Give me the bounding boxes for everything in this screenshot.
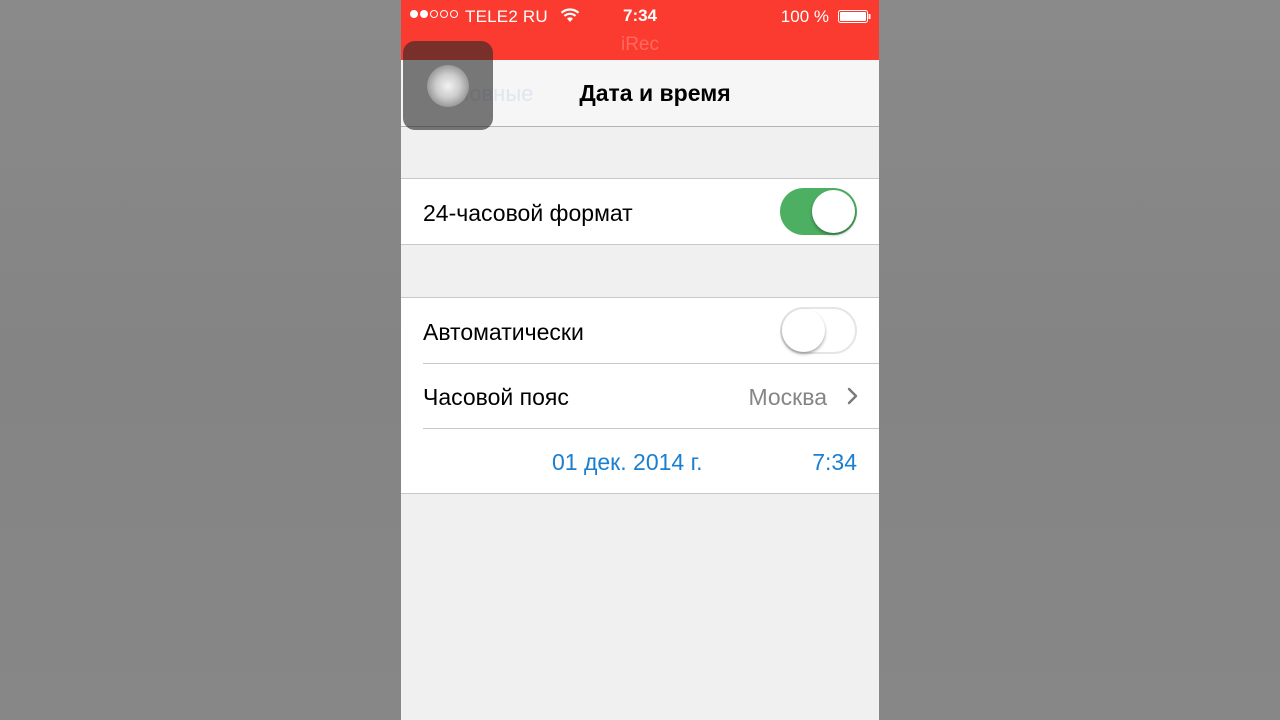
- phone-screen: TELE2 RU 7:34 100 % iRec Основные Дата и…: [401, 0, 879, 720]
- setting-label: Автоматически: [423, 319, 584, 345]
- toggle-24h[interactable]: [780, 188, 857, 235]
- setting-label: 24-часовой формат: [423, 200, 633, 226]
- assistive-touch-button[interactable]: [403, 41, 493, 130]
- chevron-right-icon: [847, 387, 858, 405]
- setting-row-24h: 24-часовой формат: [401, 179, 879, 244]
- battery-percent: 100 %: [780, 7, 829, 26]
- timezone-value: Москва: [748, 384, 827, 410]
- time-value[interactable]: 7:34: [812, 449, 857, 476]
- background-right: [879, 0, 1280, 720]
- setting-row-automatic: Автоматически: [401, 298, 879, 363]
- date-value[interactable]: 01 дек. 2014 г.: [552, 449, 703, 476]
- setting-row-timezone[interactable]: Часовой пояс Москва: [401, 363, 879, 428]
- settings-group-format: 24-часовой формат: [401, 178, 879, 245]
- toggle-knob: [782, 309, 825, 352]
- toggle-knob: [812, 190, 855, 233]
- setting-label: Часовой пояс: [423, 384, 569, 410]
- assistive-touch-icon: [427, 65, 469, 107]
- setting-row-datetime[interactable]: 01 дек. 2014 г. 7:34: [401, 428, 879, 493]
- status-row: TELE2 RU 7:34 100 %: [401, 4, 879, 28]
- toggle-automatic[interactable]: [780, 307, 857, 354]
- settings-group-time: Автоматически Часовой пояс Москва 01 дек…: [401, 297, 879, 494]
- battery-icon: [838, 10, 871, 23]
- background-left: [0, 0, 401, 720]
